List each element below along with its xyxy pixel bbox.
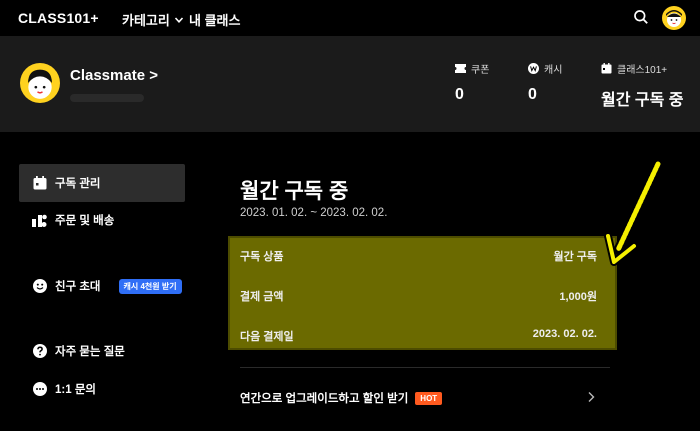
cash-label: 캐시 xyxy=(544,65,563,76)
upgrade-label: 연간으로 업그레이드하고 할인 받기 xyxy=(240,393,409,405)
coupon-value: 0 xyxy=(455,86,464,103)
detail-row: 결제 금액 1,000원 xyxy=(240,288,597,304)
chevron-right-icon[interactable] xyxy=(586,391,596,403)
cash-stat[interactable]: 캐시 0 xyxy=(528,61,562,104)
subscription-stat[interactable]: 클래스101+ 월간 구독 중 xyxy=(601,61,684,110)
delivery-icon xyxy=(32,213,47,228)
sidebar-item-label: 주문 및 배송 xyxy=(55,215,115,227)
invite-cash-badge: 캐시 4천원 받기 xyxy=(118,278,182,294)
calendar-icon xyxy=(32,176,47,191)
top-navigation xyxy=(0,0,700,36)
divider xyxy=(240,367,610,368)
upgrade-annual-link[interactable]: 연간으로 업그레이드하고 할인 받기 HOT xyxy=(240,390,443,406)
sidebar-item-label: 친구 초대 xyxy=(55,281,101,293)
smile-icon xyxy=(32,279,47,294)
profile-avatar[interactable] xyxy=(20,63,60,103)
avatar-face-icon xyxy=(666,10,682,27)
category-label: 카테고리 xyxy=(122,13,170,28)
search-icon[interactable] xyxy=(633,9,649,25)
won-coin-icon xyxy=(528,63,539,74)
hot-badge: HOT xyxy=(415,391,443,405)
coupon-label: 쿠폰 xyxy=(471,65,490,76)
subscription-period: 2023. 01. 02. ~ 2023. 02. 02. xyxy=(240,207,388,219)
sidebar-item-label: 1:1 문의 xyxy=(55,384,96,396)
detail-value: 월간 구독 xyxy=(553,251,597,263)
ticket-icon xyxy=(455,64,466,73)
calendar-icon xyxy=(601,63,612,74)
detail-label: 다음 결제일 xyxy=(240,331,294,343)
detail-label: 결제 금액 xyxy=(240,291,284,303)
sidebar-item-subscription[interactable]: 구독 관리 xyxy=(19,164,185,202)
profile-band xyxy=(0,36,700,132)
detail-label: 구독 상품 xyxy=(240,251,284,263)
avatar[interactable] xyxy=(662,6,686,30)
coupon-stat[interactable]: 쿠폰 0 xyxy=(455,61,489,104)
sidebar-item-inquiry[interactable]: 1:1 문의 xyxy=(19,370,185,408)
page-title: 월간 구독 중 xyxy=(240,180,349,203)
detail-value: 1,000원 xyxy=(559,291,597,303)
question-icon xyxy=(32,344,47,359)
my-classes-link[interactable]: 내 클래스 xyxy=(189,10,240,29)
detail-value: 2023. 02. 02. xyxy=(532,328,597,340)
chat-bubble-icon xyxy=(32,382,47,397)
category-menu[interactable]: 카테고리 xyxy=(122,10,184,29)
subscription-value: 월간 구독 중 xyxy=(601,92,684,109)
logo[interactable]: CLASS101+ xyxy=(18,10,99,26)
sidebar-item-label: 구독 관리 xyxy=(55,178,101,190)
avatar-face-icon xyxy=(28,69,52,99)
sidebar-item-faq[interactable]: 자주 묻는 질문 xyxy=(19,332,185,370)
profile-name-text: Classmate xyxy=(70,67,146,84)
sidebar-item-orders[interactable]: 주문 및 배송 xyxy=(19,201,185,239)
profile-subtext-placeholder xyxy=(70,94,144,102)
profile-chevron: > xyxy=(149,67,158,84)
subscription-details-box: 구독 상품 월간 구독 결제 금액 1,000원 다음 결제일 2023. 02… xyxy=(228,236,617,350)
detail-row: 다음 결제일 2023. 02. 02. xyxy=(240,328,597,344)
sidebar-item-label: 자주 묻는 질문 xyxy=(55,346,125,358)
detail-row: 구독 상품 월간 구독 xyxy=(240,248,597,264)
chevron-down-icon xyxy=(174,16,183,23)
sidebar-item-invite[interactable]: 친구 초대 캐시 4천원 받기 xyxy=(19,267,185,305)
profile-name[interactable]: Classmate > xyxy=(70,67,158,84)
cash-value: 0 xyxy=(528,86,537,103)
subscription-label: 클래스101+ xyxy=(617,65,668,76)
annotation-arrow-icon xyxy=(604,159,663,266)
